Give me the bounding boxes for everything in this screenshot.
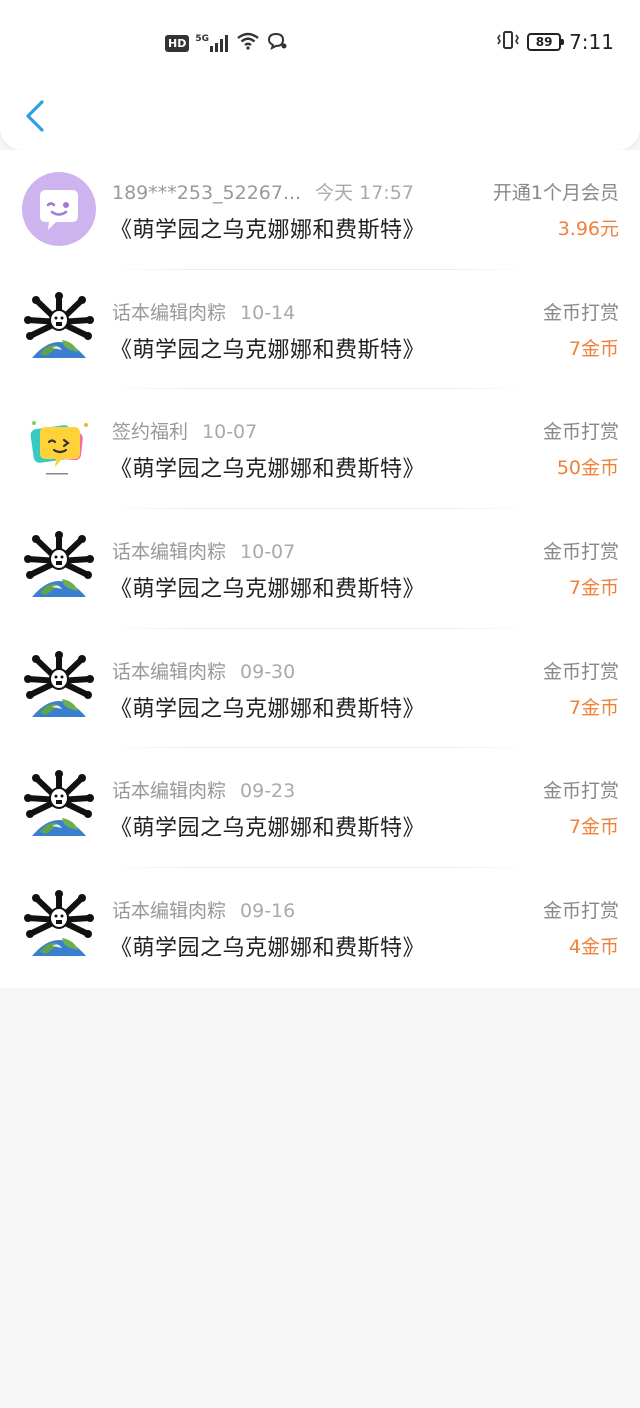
avatar <box>22 651 96 725</box>
avatar <box>22 292 96 366</box>
wifi-icon <box>236 32 260 54</box>
user-name: 签约福利 <box>112 421 189 444</box>
avatar <box>22 172 96 246</box>
chevron-left-icon <box>26 100 44 132</box>
battery-icon: 89 <box>527 33 565 51</box>
book-title: 《萌学园之乌克娜娜和费斯特》 <box>110 218 426 243</box>
record-type: 金币打赏 <box>542 541 619 564</box>
user-name: 189***253_52267... <box>112 182 302 204</box>
record-type: 金币打赏 <box>542 301 619 324</box>
user-name: 话本编辑肉粽 <box>112 780 227 803</box>
status-left: HD 5G <box>165 32 288 54</box>
list-item[interactable]: 189***253_52267... 今天 17:57 《萌学园之乌克娜娜和费斯特… <box>0 150 640 270</box>
record-amount: 7金币 <box>568 816 619 839</box>
list-item[interactable]: 话本编辑肉粽 09-16 《萌学园之乌克娜娜和费斯特》 金币打赏 4金币 <box>0 868 640 988</box>
book-title: 《萌学园之乌克娜娜和费斯特》 <box>110 457 426 483</box>
record-meta: 签约福利 10-07 <box>112 417 257 444</box>
record-amount: 7金币 <box>568 337 619 360</box>
user-name: 话本编辑肉粽 <box>112 900 227 923</box>
book-title: 《萌学园之乌克娜娜和费斯特》 <box>110 816 426 842</box>
avatar <box>22 531 96 605</box>
record-date: 09-23 <box>240 780 296 803</box>
record-type: 金币打赏 <box>542 780 619 803</box>
network-type-label: 5G <box>195 34 209 44</box>
record-type: 金币打赏 <box>542 421 619 444</box>
record-meta: 189***253_52267... 今天 17:57 <box>112 178 414 205</box>
income-record-list: 189***253_52267... 今天 17:57 《萌学园之乌克娜娜和费斯特… <box>0 150 640 988</box>
record-amount: 4金币 <box>568 936 619 959</box>
list-item[interactable]: 话本编辑肉粽 10-14 《萌学园之乌克娜娜和费斯特》 金币打赏 7金币 <box>0 270 640 390</box>
list-item[interactable]: 话本编辑肉粽 09-30 《萌学园之乌克娜娜和费斯特》 金币打赏 7金币 <box>0 629 640 749</box>
book-title: 《萌学园之乌克娜娜和费斯特》 <box>110 577 426 603</box>
record-type: 金币打赏 <box>542 660 619 683</box>
avatar <box>22 890 96 964</box>
record-type: 开通1个月会员 <box>492 182 619 204</box>
user-name: 话本编辑肉粽 <box>112 541 227 564</box>
record-meta: 话本编辑肉粽 10-14 <box>112 298 295 325</box>
status-bar: HD 5G 89 7:11 <box>0 0 640 90</box>
record-date: 10-14 <box>240 301 296 324</box>
record-date: 10-07 <box>240 541 296 564</box>
top-bar: HD 5G 89 7:11 <box>0 0 640 150</box>
list-item[interactable]: 话本编辑肉粽 10-07 《萌学园之乌克娜娜和费斯特》 金币打赏 7金币 <box>0 509 640 629</box>
back-button[interactable] <box>20 96 52 136</box>
hd-badge: HD <box>165 34 190 52</box>
record-date: 今天 17:57 <box>315 182 414 204</box>
record-meta: 话本编辑肉粽 09-16 <box>112 896 295 923</box>
record-date: 09-16 <box>240 900 296 923</box>
avatar <box>22 770 96 844</box>
book-title: 《萌学园之乌克娜娜和费斯特》 <box>110 936 426 962</box>
user-name: 话本编辑肉粽 <box>112 660 227 683</box>
record-date: 10-07 <box>202 421 258 444</box>
record-meta: 话本编辑肉粽 09-30 <box>112 657 295 684</box>
record-amount: 7金币 <box>568 577 619 600</box>
record-type: 金币打赏 <box>542 900 619 923</box>
book-title: 《萌学园之乌克娜娜和费斯特》 <box>110 337 426 363</box>
record-amount: 7金币 <box>568 696 619 719</box>
vibrate-icon <box>497 30 520 54</box>
chat-status-icon <box>266 32 288 54</box>
record-amount: 50金币 <box>556 457 619 480</box>
avatar <box>22 411 96 485</box>
record-meta: 话本编辑肉粽 10-07 <box>112 537 295 564</box>
record-meta: 话本编辑肉粽 09-23 <box>112 776 295 803</box>
status-right: 89 7:11 <box>497 30 614 54</box>
record-amount: 3.96元 <box>557 218 619 240</box>
clock: 7:11 <box>569 30 614 54</box>
signal-5g-icon: 5G <box>195 34 230 52</box>
record-date: 09-30 <box>240 660 296 683</box>
user-name: 话本编辑肉粽 <box>112 301 227 324</box>
list-item[interactable]: 话本编辑肉粽 09-23 《萌学园之乌克娜娜和费斯特》 金币打赏 7金币 <box>0 748 640 869</box>
list-item[interactable]: 签约福利 10-07 《萌学园之乌克娜娜和费斯特》 金币打赏 50金币 <box>0 389 640 510</box>
book-title: 《萌学园之乌克娜娜和费斯特》 <box>110 696 426 722</box>
